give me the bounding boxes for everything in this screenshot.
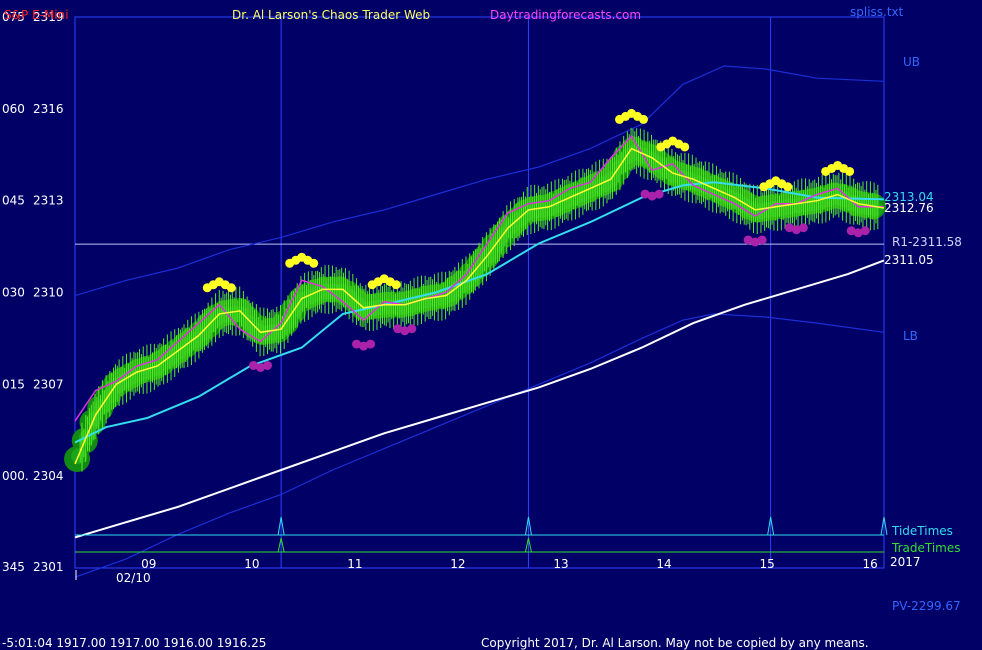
low-signal-dot: [654, 189, 664, 199]
high-signal-dot: [639, 114, 649, 124]
y-tick-angle: 015: [2, 377, 25, 391]
y-tick-price: 2310: [33, 286, 64, 300]
pv-label: PV-2299.67: [892, 599, 961, 613]
high-signal-dot: [845, 166, 855, 176]
file-name: spliss.txt: [850, 5, 904, 19]
x-tick-label: 12: [450, 557, 465, 571]
ub-label: UB: [903, 55, 920, 69]
high-signal-dot: [226, 283, 236, 293]
x-tick-label: 10: [244, 557, 259, 571]
low-signal-dot: [798, 223, 808, 233]
x-tick-label: 14: [656, 557, 671, 571]
copyright-notice: Copyright 2017, Dr. Al Larson. May not b…: [481, 636, 869, 650]
chart-canvas: 345 2301 000. 2304 015 2307 030 2310 045 2313 060 2…: [0, 0, 982, 650]
x-tick-label: 11: [347, 557, 362, 571]
x-tick-label: 15: [759, 557, 774, 571]
high-signal-dot: [680, 142, 690, 152]
high-signal-dot: [309, 258, 319, 268]
low-signal-dot: [860, 226, 870, 236]
year-label: 2017: [890, 555, 921, 569]
y-tick-price: 2301: [33, 560, 64, 574]
y-tick-price: 2316: [33, 102, 64, 116]
yellow-value-label: 2312.76: [884, 201, 934, 215]
high-signal-dot: [391, 280, 401, 290]
activity-blob-core: [867, 200, 884, 217]
y-tick-angle: 000.: [2, 469, 29, 483]
trade-times-label: TradeTimes: [891, 541, 960, 555]
y-tick-angle: 045: [2, 194, 25, 208]
low-signal-dot: [407, 324, 417, 334]
low-signal-dot: [757, 235, 767, 245]
y-tick-price: 2313: [33, 194, 64, 208]
x-tick-label: 16: [863, 557, 878, 571]
y-tick-price: 2307: [33, 377, 64, 391]
start-date-label: 02/10: [116, 571, 151, 585]
activity-blob-core: [71, 448, 88, 465]
low-signal-dot: [263, 360, 273, 370]
y-tick-angle: 030: [2, 286, 25, 300]
activity-blob-core: [78, 429, 95, 446]
y-tick-angle: 345: [2, 560, 25, 574]
y-tick-price: 2304: [33, 469, 64, 483]
chart-title: Dr. Al Larson's Chaos Trader Web: [232, 8, 430, 22]
r1-label: R1-2311.58: [892, 235, 962, 249]
y-tick-angle: 060: [2, 102, 25, 116]
site-link[interactable]: Daytradingforecasts.com: [490, 8, 641, 22]
high-signal-dot: [783, 182, 793, 192]
x-tick-label: 09: [141, 557, 156, 571]
tide-times-label: TideTimes: [891, 524, 953, 538]
lb-label: LB: [903, 329, 918, 343]
quote-readout: -5:01:04 1917.00 1917.00 1916.00 1916.25: [2, 636, 266, 650]
x-tick-label: 13: [553, 557, 568, 571]
symbol-title: S&P E-Mini: [4, 8, 69, 22]
low-signal-dot: [366, 339, 376, 349]
white-value-label: 2311.05: [884, 253, 934, 267]
